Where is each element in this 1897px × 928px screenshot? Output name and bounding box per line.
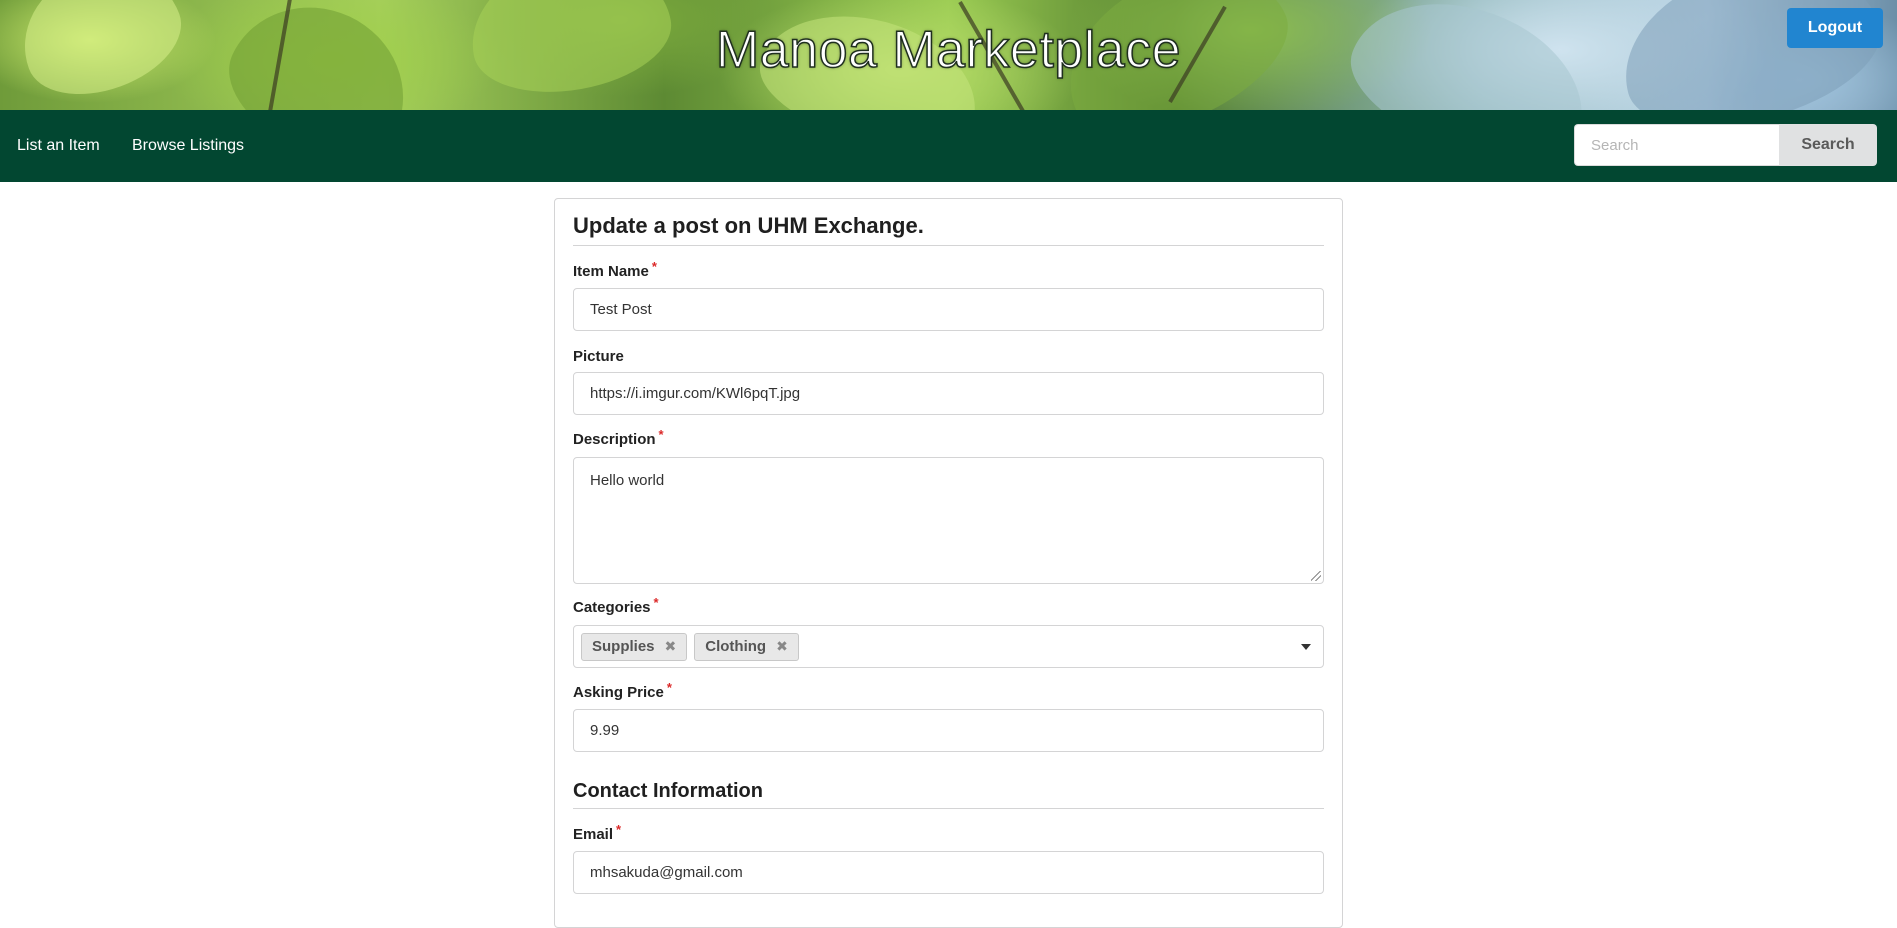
required-marker: * xyxy=(616,822,622,837)
category-tag-supplies: Supplies ✖ xyxy=(581,632,688,661)
contact-heading: Contact Information xyxy=(573,780,763,802)
item-name-label: Item Name * xyxy=(573,259,657,280)
asking-price-input[interactable]: 9.99 xyxy=(573,709,1324,752)
required-marker: * xyxy=(666,680,672,695)
close-icon[interactable]: ✖ xyxy=(776,638,788,655)
search-button[interactable]: Search xyxy=(1779,124,1877,166)
nav-browse-listings[interactable]: Browse Listings xyxy=(132,110,244,182)
categories-label: Categories * xyxy=(573,595,659,616)
nav-list-an-item[interactable]: List an Item xyxy=(17,110,100,182)
heading-divider xyxy=(573,245,1324,246)
email-input[interactable]: mhsakuda@gmail.com xyxy=(573,851,1324,894)
item-name-input[interactable]: Test Post xyxy=(573,288,1324,331)
description-value: Hello world xyxy=(590,472,665,489)
brand-title[interactable]: Manoa Marketplace xyxy=(0,20,1897,80)
required-marker: * xyxy=(658,427,664,442)
search-form: Search xyxy=(1574,124,1877,166)
email-label: Email * xyxy=(573,822,622,843)
contact-divider xyxy=(573,808,1324,809)
required-marker: * xyxy=(653,595,659,610)
caret-down-icon[interactable] xyxy=(1301,644,1311,650)
form-heading: Update a post on UHM Exchange. xyxy=(573,213,924,238)
logout-button[interactable]: Logout xyxy=(1787,8,1883,48)
picture-label: Picture xyxy=(573,348,624,365)
category-tag-clothing: Clothing ✖ xyxy=(694,632,799,661)
asking-price-label: Asking Price * xyxy=(573,680,672,701)
categories-multiselect[interactable]: Supplies ✖ Clothing ✖ xyxy=(573,625,1324,668)
close-icon[interactable]: ✖ xyxy=(665,638,677,655)
resize-handle-icon[interactable] xyxy=(1311,571,1321,581)
description-textarea[interactable]: Hello world xyxy=(573,457,1324,584)
search-input[interactable] xyxy=(1574,124,1779,166)
required-marker: * xyxy=(651,259,657,274)
header-banner: Manoa Marketplace xyxy=(0,0,1897,110)
picture-input[interactable]: https://i.imgur.com/KWl6pqT.jpg xyxy=(573,372,1324,415)
description-label: Description * xyxy=(573,427,664,448)
